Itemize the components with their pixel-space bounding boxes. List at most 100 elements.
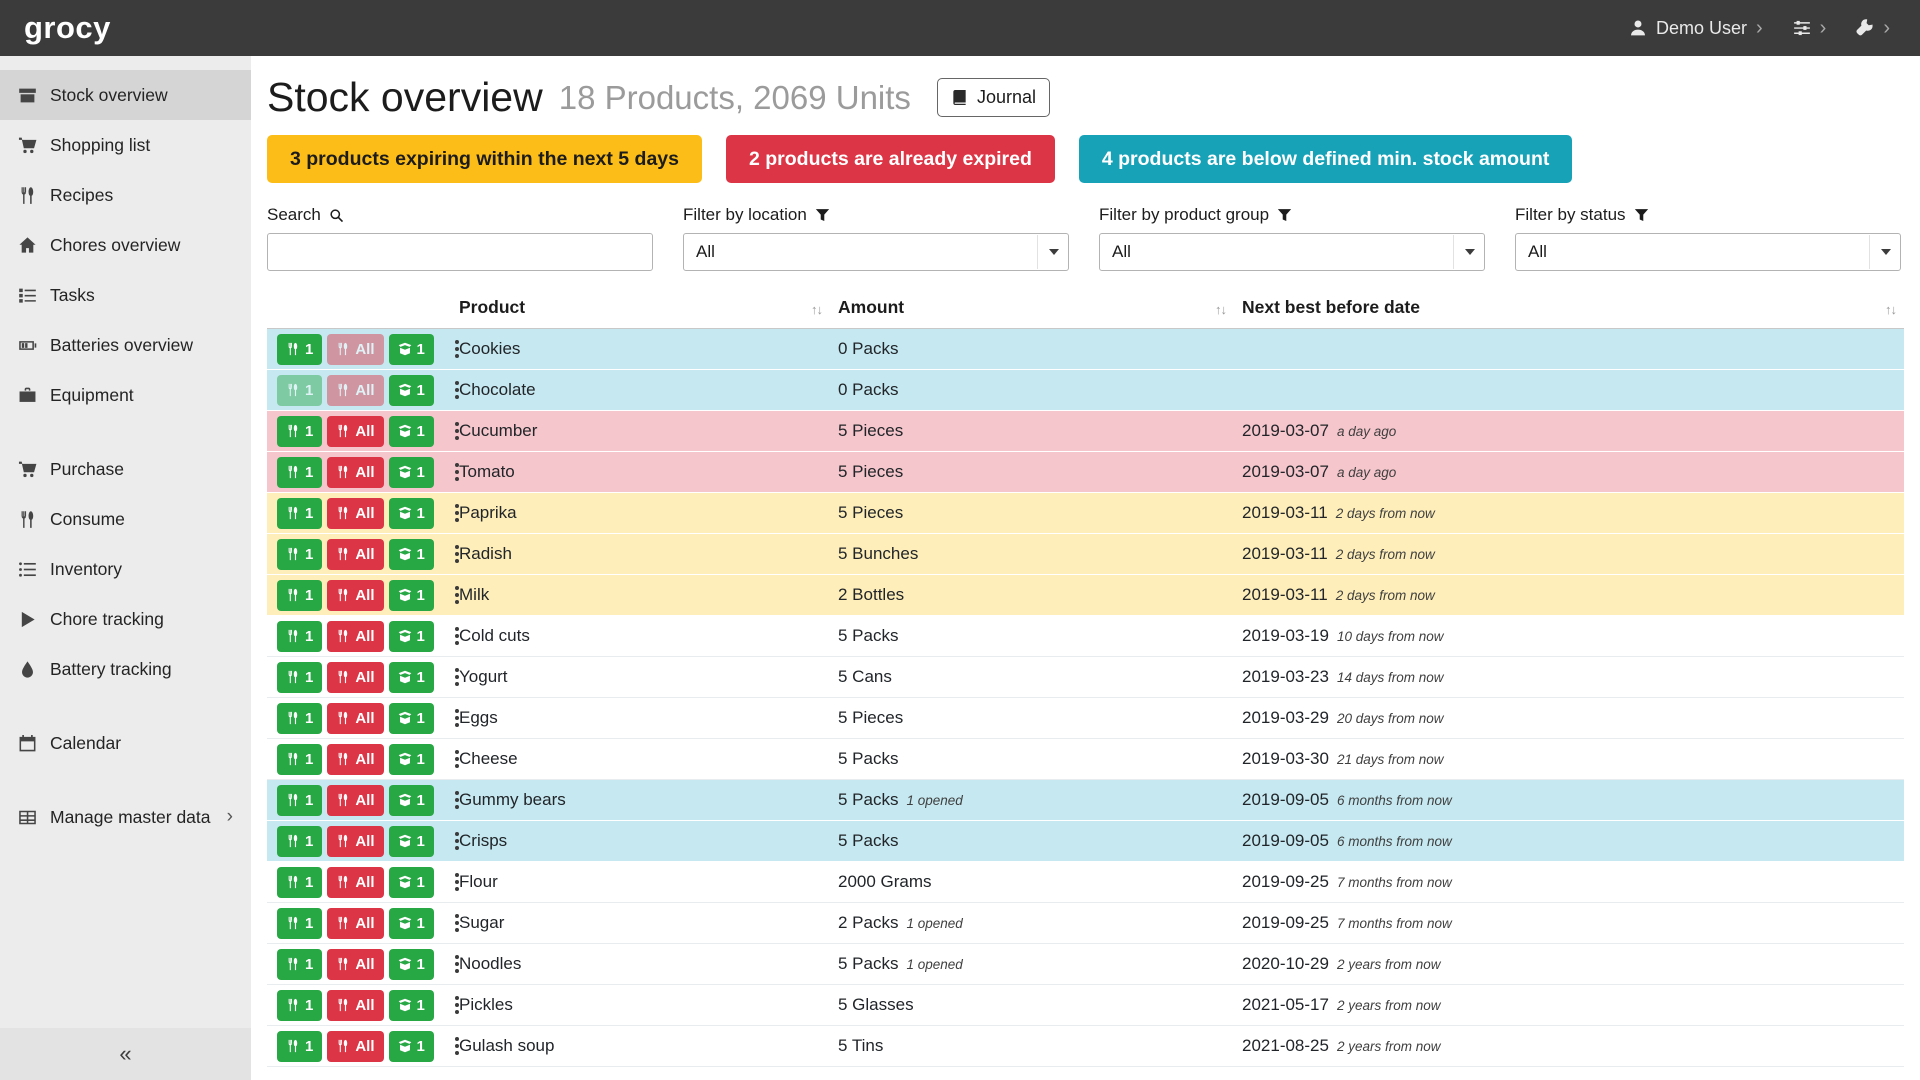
sidebar-item-consume[interactable]: Consume xyxy=(0,494,251,544)
open-one-button[interactable]: 1 xyxy=(389,744,434,775)
sidebar-item-battery-tracking[interactable]: Battery tracking xyxy=(0,644,251,694)
sidebar-item-batteries-overview[interactable]: Batteries overview xyxy=(0,320,251,370)
consume-one-button[interactable]: 1 xyxy=(277,375,322,406)
alert-expiring[interactable]: 3 products expiring within the next 5 da… xyxy=(267,135,702,183)
sidebar-item-inventory[interactable]: Inventory xyxy=(0,544,251,594)
consume-one-button[interactable]: 1 xyxy=(277,457,322,488)
utensils-icon xyxy=(286,424,300,438)
status-select[interactable]: All xyxy=(1515,233,1901,271)
consume-one-button[interactable]: 1 xyxy=(277,744,322,775)
product-name: Chocolate xyxy=(459,380,536,399)
sidebar-item-recipes[interactable]: Recipes xyxy=(0,170,251,220)
table-row: 1 All 1 Tomato 5 Pieces 2019-03-07a day … xyxy=(267,452,1904,493)
sidebar-item-label: Stock overview xyxy=(50,85,168,106)
admin-menu[interactable]: › xyxy=(1856,18,1890,38)
consume-all-button[interactable]: All xyxy=(327,375,383,406)
best-before-date: 2021-08-25 xyxy=(1242,1036,1329,1055)
sort-icon[interactable]: ↑↓ xyxy=(1885,302,1896,317)
utensils-icon xyxy=(336,547,350,561)
alert-expired[interactable]: 2 products are already expired xyxy=(726,135,1055,183)
product-group-select[interactable]: All xyxy=(1099,233,1485,271)
consume-all-button[interactable]: All xyxy=(327,662,383,693)
consume-one-button[interactable]: 1 xyxy=(277,785,322,816)
open-one-button[interactable]: 1 xyxy=(389,867,434,898)
consume-all-button[interactable]: All xyxy=(327,498,383,529)
consume-one-button[interactable]: 1 xyxy=(277,416,322,447)
consume-one-button[interactable]: 1 xyxy=(277,662,322,693)
consume-all-button[interactable]: All xyxy=(327,1031,383,1062)
open-one-button[interactable]: 1 xyxy=(389,703,434,734)
consume-one-button[interactable]: 1 xyxy=(277,990,322,1021)
consume-one-button[interactable]: 1 xyxy=(277,867,322,898)
sidebar-collapse-button[interactable]: « xyxy=(0,1028,251,1080)
user-menu[interactable]: Demo User › xyxy=(1629,18,1763,39)
box-open-icon xyxy=(398,547,412,561)
consume-one-button[interactable]: 1 xyxy=(277,908,322,939)
open-one-button[interactable]: 1 xyxy=(389,457,434,488)
consume-all-button[interactable]: All xyxy=(327,990,383,1021)
location-select[interactable]: All xyxy=(683,233,1069,271)
open-one-button[interactable]: 1 xyxy=(389,1031,434,1062)
consume-one-button[interactable]: 1 xyxy=(277,580,322,611)
sidebar-item-tasks[interactable]: Tasks xyxy=(0,270,251,320)
sidebar-item-purchase[interactable]: Purchase xyxy=(0,444,251,494)
open-one-button[interactable]: 1 xyxy=(389,621,434,652)
consume-one-button[interactable]: 1 xyxy=(277,621,322,652)
open-one-button[interactable]: 1 xyxy=(389,580,434,611)
open-one-button[interactable]: 1 xyxy=(389,785,434,816)
consume-all-button[interactable]: All xyxy=(327,867,383,898)
settings-menu[interactable]: › xyxy=(1793,18,1827,38)
journal-button[interactable]: Journal xyxy=(937,78,1050,117)
sidebar-item-chores-overview[interactable]: Chores overview xyxy=(0,220,251,270)
row-actions: 1 All 1 xyxy=(275,370,443,410)
search-input[interactable] xyxy=(267,233,653,271)
sidebar-item-manage-master-data[interactable]: Manage master data › xyxy=(0,792,251,842)
consume-one-button[interactable]: 1 xyxy=(277,826,322,857)
app-logo[interactable]: grocy xyxy=(24,10,111,46)
open-one-button[interactable]: 1 xyxy=(389,908,434,939)
sort-icon[interactable]: ↑↓ xyxy=(811,302,822,317)
row-actions: 1 All 1 xyxy=(275,616,443,656)
consume-all-button[interactable]: All xyxy=(327,457,383,488)
open-one-button[interactable]: 1 xyxy=(389,539,434,570)
consume-one-button[interactable]: 1 xyxy=(277,949,322,980)
sort-icon[interactable]: ↑↓ xyxy=(1215,302,1226,317)
consume-all-button[interactable]: All xyxy=(327,908,383,939)
open-one-button[interactable]: 1 xyxy=(389,990,434,1021)
open-one-button[interactable]: 1 xyxy=(389,334,434,365)
open-one-button[interactable]: 1 xyxy=(389,375,434,406)
consume-one-button[interactable]: 1 xyxy=(277,539,322,570)
consume-all-button[interactable]: All xyxy=(327,580,383,611)
consume-all-button[interactable]: All xyxy=(327,744,383,775)
column-product[interactable]: Product ↑↓ xyxy=(451,291,830,329)
consume-all-button[interactable]: All xyxy=(327,703,383,734)
consume-all-button[interactable]: All xyxy=(327,539,383,570)
tasks-icon xyxy=(18,286,37,305)
sidebar-item-chore-tracking[interactable]: Chore tracking xyxy=(0,594,251,644)
sidebar-item-equipment[interactable]: Equipment xyxy=(0,370,251,420)
chevron-right-icon: › xyxy=(227,806,233,828)
table-row: 1 All 1 Chocolate 0 Packs xyxy=(267,370,1904,411)
sidebar-item-stock-overview[interactable]: Stock overview xyxy=(0,70,251,120)
consume-all-button[interactable]: All xyxy=(327,826,383,857)
consume-one-button[interactable]: 1 xyxy=(277,498,322,529)
consume-one-button[interactable]: 1 xyxy=(277,1031,322,1062)
open-one-button[interactable]: 1 xyxy=(389,662,434,693)
open-one-button[interactable]: 1 xyxy=(389,949,434,980)
consume-one-button[interactable]: 1 xyxy=(277,334,322,365)
consume-one-button[interactable]: 1 xyxy=(277,703,322,734)
sidebar-item-calendar[interactable]: Calendar xyxy=(0,718,251,768)
consume-all-button[interactable]: All xyxy=(327,416,383,447)
consume-all-button[interactable]: All xyxy=(327,621,383,652)
sidebar-item-shopping-list[interactable]: Shopping list xyxy=(0,120,251,170)
open-one-button[interactable]: 1 xyxy=(389,498,434,529)
column-amount[interactable]: Amount ↑↓ xyxy=(830,291,1234,329)
column-next-best-before-date[interactable]: Next best before date ↑↓ xyxy=(1234,291,1904,329)
open-one-button[interactable]: 1 xyxy=(389,416,434,447)
consume-all-button[interactable]: All xyxy=(327,785,383,816)
utensils-icon xyxy=(336,834,350,848)
alert-below-min-stock[interactable]: 4 products are below defined min. stock … xyxy=(1079,135,1573,183)
consume-all-button[interactable]: All xyxy=(327,334,383,365)
open-one-button[interactable]: 1 xyxy=(389,826,434,857)
consume-all-button[interactable]: All xyxy=(327,949,383,980)
